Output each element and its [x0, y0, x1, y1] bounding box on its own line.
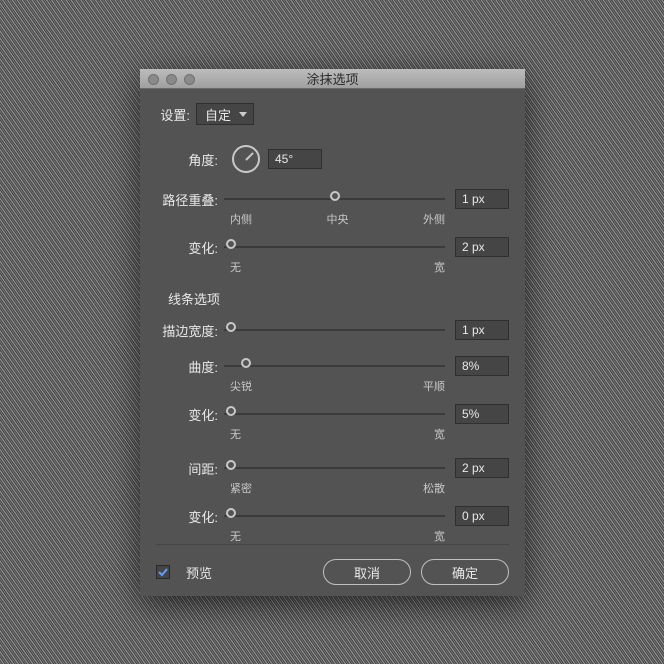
- angle-dial[interactable]: [232, 145, 260, 173]
- cancel-button[interactable]: 取消: [323, 559, 411, 585]
- spacing-variation-label: 变化:: [156, 507, 224, 526]
- smudge-options-dialog: 涂抹选项 设置: 自定 角度: 45° 路径重叠: 1 px 内侧 中央 外侧: [140, 69, 525, 596]
- curv-variation-row: 变化: 5%: [156, 404, 509, 424]
- spacing-variation-slider[interactable]: [224, 511, 445, 521]
- curvature-input[interactable]: 8%: [455, 356, 509, 376]
- spacing-label: 间距:: [156, 459, 224, 478]
- curvature-label: 曲度:: [156, 357, 224, 376]
- angle-row: 角度: 45°: [156, 145, 509, 173]
- dialog-title: 涂抹选项: [306, 69, 358, 88]
- settings-value: 自定: [205, 105, 231, 124]
- spacing-variation-sublabels: 无 宽: [230, 528, 445, 544]
- path-overlap-sublabels: 内侧 中央 外侧: [230, 211, 445, 227]
- curvature-sublabels: 尖锐 平顺: [230, 378, 445, 394]
- path-variation-label: 变化:: [156, 238, 224, 257]
- window-controls: [148, 74, 195, 85]
- curvature-row: 曲度: 8%: [156, 356, 509, 376]
- spacing-input[interactable]: 2 px: [455, 458, 509, 478]
- titlebar[interactable]: 涂抹选项: [140, 69, 525, 89]
- path-overlap-slider[interactable]: [224, 194, 445, 204]
- spacing-sublabels: 紧密 松散: [230, 480, 445, 496]
- path-overlap-label: 路径重叠:: [156, 190, 224, 209]
- preview-checkbox[interactable]: [156, 565, 170, 579]
- stroke-width-input[interactable]: 1 px: [455, 320, 509, 340]
- path-overlap-input[interactable]: 1 px: [455, 189, 509, 209]
- curv-variation-label: 变化:: [156, 405, 224, 424]
- angle-label: 角度:: [156, 150, 224, 169]
- footer: 预览 取消 确定: [156, 544, 509, 585]
- curvature-slider[interactable]: [224, 361, 445, 371]
- preview-label: 预览: [186, 563, 212, 582]
- spacing-variation-row: 变化: 0 px: [156, 506, 509, 526]
- path-variation-sublabels: 无 宽: [230, 259, 445, 275]
- zoom-icon[interactable]: [184, 74, 195, 85]
- stroke-width-row: 描边宽度: 1 px: [156, 320, 509, 340]
- stroke-width-label: 描边宽度:: [156, 321, 224, 340]
- settings-label: 设置:: [156, 105, 196, 124]
- path-variation-input[interactable]: 2 px: [455, 237, 509, 257]
- settings-row: 设置: 自定: [156, 103, 509, 125]
- path-variation-slider[interactable]: [224, 242, 445, 252]
- close-icon[interactable]: [148, 74, 159, 85]
- spacing-row: 间距: 2 px: [156, 458, 509, 478]
- curv-variation-slider[interactable]: [224, 409, 445, 419]
- line-options-heading: 线条选项: [168, 289, 509, 308]
- ok-button[interactable]: 确定: [421, 559, 509, 585]
- angle-input[interactable]: 45°: [268, 149, 322, 169]
- settings-select[interactable]: 自定: [196, 103, 254, 125]
- spacing-variation-input[interactable]: 0 px: [455, 506, 509, 526]
- path-overlap-row: 路径重叠: 1 px: [156, 189, 509, 209]
- minimize-icon[interactable]: [166, 74, 177, 85]
- check-icon: [158, 567, 168, 577]
- stroke-width-slider[interactable]: [224, 325, 445, 335]
- curv-variation-sublabels: 无 宽: [230, 426, 445, 442]
- curv-variation-input[interactable]: 5%: [455, 404, 509, 424]
- dialog-body: 设置: 自定 角度: 45° 路径重叠: 1 px 内侧 中央 外侧 变化:: [140, 89, 525, 601]
- path-variation-row: 变化: 2 px: [156, 237, 509, 257]
- spacing-slider[interactable]: [224, 463, 445, 473]
